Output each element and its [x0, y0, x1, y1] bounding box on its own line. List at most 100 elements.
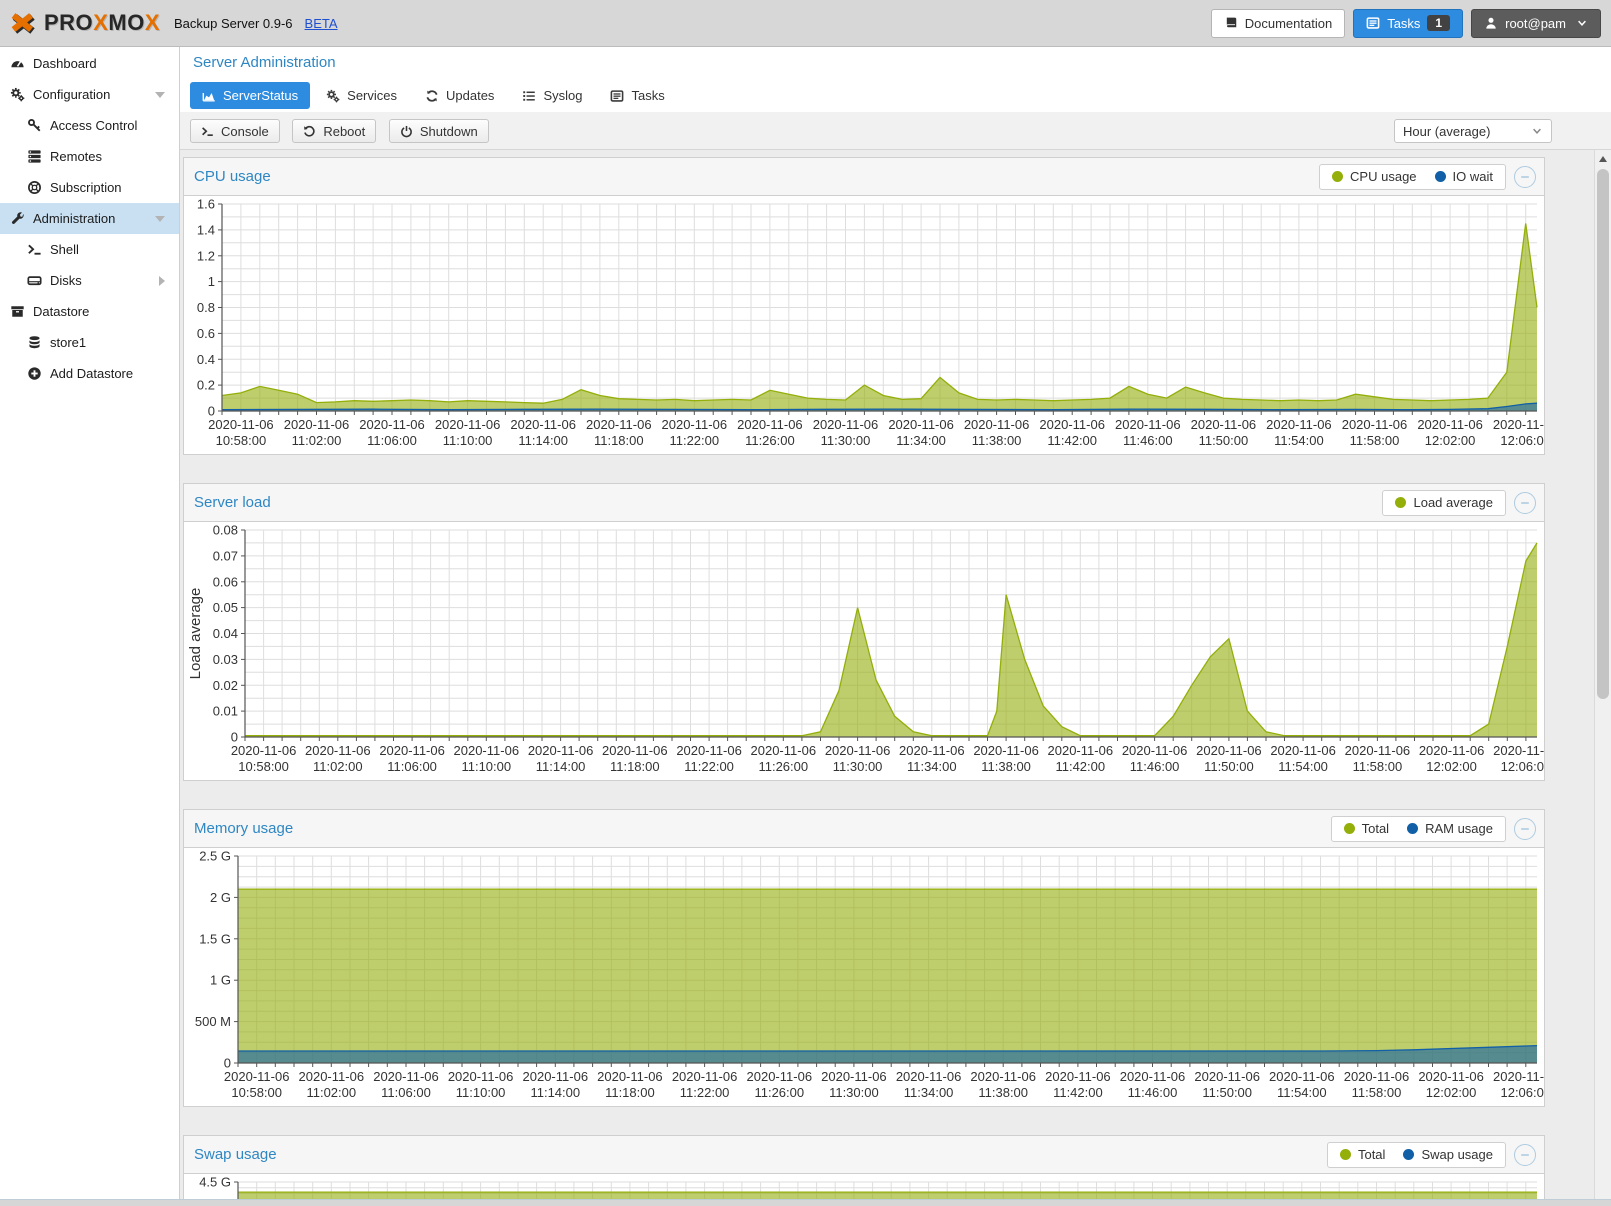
svg-text:2020-11-06: 2020-11-06 [1115, 417, 1181, 432]
collapse-panel-button[interactable] [1514, 492, 1536, 514]
svg-text:2020-11-06: 2020-11-06 [1493, 1069, 1544, 1084]
svg-text:11:18:00: 11:18:00 [594, 433, 644, 448]
vertical-scrollbar[interactable] [1594, 150, 1611, 1206]
timeframe-select[interactable]: Hour (average) [1394, 119, 1552, 143]
timeframe-value: Hour (average) [1403, 124, 1490, 139]
tab-serverstatus[interactable]: ServerStatus [190, 82, 310, 109]
legend: Total Swap usage [1327, 1142, 1506, 1168]
sidebar-item-disks[interactable]: Disks [0, 265, 179, 296]
panel-header: CPU usage CPU usage IO wait [184, 158, 1544, 195]
svg-text:1.6: 1.6 [197, 197, 215, 212]
svg-text:11:26:00: 11:26:00 [745, 433, 795, 448]
svg-text:2020-11-06: 2020-11-06 [597, 1069, 663, 1084]
console-button[interactable]: Console [190, 119, 280, 143]
svg-text:2020-11-06: 2020-11-06 [1266, 417, 1332, 432]
legend-label: Swap usage [1421, 1147, 1493, 1162]
svg-text:11:26:00: 11:26:00 [758, 759, 808, 774]
svg-text:11:22:00: 11:22:00 [684, 759, 734, 774]
sidebar-item-store1[interactable]: store1 [0, 327, 179, 358]
minus-circle-icon [1517, 821, 1533, 837]
svg-text:11:54:00: 11:54:00 [1277, 1085, 1327, 1100]
sidebar-item-label: Access Control [50, 118, 137, 133]
svg-text:2020-11-06: 2020-11-06 [1039, 417, 1105, 432]
toolbar: Console Reboot Shutdown Hour (average) [180, 112, 1611, 150]
svg-text:1 G: 1 G [210, 973, 231, 988]
legend: Load average [1382, 490, 1506, 516]
svg-text:11:34:00: 11:34:00 [904, 1085, 954, 1100]
panel-title: Swap usage [194, 1146, 277, 1163]
svg-text:0.4: 0.4 [197, 352, 215, 367]
proxmox-logo-icon [8, 8, 38, 38]
tasks-button[interactable]: Tasks 1 [1353, 9, 1463, 38]
legend-item: Total [1340, 1147, 1385, 1162]
collapse-panel-button[interactable] [1514, 818, 1536, 840]
svg-text:2020-11-06: 2020-11-06 [813, 417, 879, 432]
svg-text:2.5 G: 2.5 G [199, 849, 231, 864]
documentation-button[interactable]: Documentation [1211, 9, 1345, 38]
sidebar-item-subscription[interactable]: Subscription [0, 172, 179, 203]
panel-memory-usage: Memory usage Total RAM usage 0500 M1 G1.… [183, 809, 1545, 1107]
beta-link[interactable]: BETA [305, 16, 338, 31]
panel-title: Memory usage [194, 820, 293, 837]
svg-text:2020-11-06: 2020-11-06 [737, 417, 803, 432]
sidebar-item-configuration[interactable]: Configuration [0, 79, 179, 110]
svg-text:11:02:00: 11:02:00 [306, 1085, 356, 1100]
user-label: root@pam [1505, 16, 1566, 31]
collapse-panel-button[interactable] [1514, 166, 1536, 188]
svg-text:11:58:00: 11:58:00 [1353, 759, 1403, 774]
svg-text:2020-11-06: 2020-11-06 [454, 743, 520, 758]
tab-syslog[interactable]: Syslog [510, 82, 594, 109]
svg-text:11:18:00: 11:18:00 [605, 1085, 655, 1100]
legend-dot [1344, 823, 1355, 834]
legend-dot [1403, 1149, 1414, 1160]
panel-cpu-usage: CPU usage CPU usage IO wait 00.20.40.60.… [183, 157, 1545, 455]
task-list-icon [1366, 16, 1380, 30]
svg-text:11:46:00: 11:46:00 [1123, 433, 1173, 448]
tab-services[interactable]: Services [314, 82, 409, 109]
collapse-panel-button[interactable] [1514, 1144, 1536, 1166]
key-icon [27, 118, 42, 133]
legend-item: CPU usage [1332, 169, 1416, 184]
sidebar-item-access-control[interactable]: Access Control [0, 110, 179, 141]
shutdown-button[interactable]: Shutdown [389, 119, 489, 143]
sidebar-item-add-datastore[interactable]: Add Datastore [0, 358, 179, 389]
sidebar-item-remotes[interactable]: Remotes [0, 141, 179, 172]
sidebar-item-shell[interactable]: Shell [0, 234, 179, 265]
reboot-button[interactable]: Reboot [292, 119, 376, 143]
svg-text:12:06:00: 12:06:00 [1501, 759, 1544, 774]
svg-text:2020-11-06: 2020-11-06 [1342, 417, 1408, 432]
scroll-up-button[interactable] [1595, 150, 1611, 167]
svg-text:11:02:00: 11:02:00 [292, 433, 342, 448]
sidebar-item-dashboard[interactable]: Dashboard [0, 48, 179, 79]
svg-text:12:06:00: 12:06:00 [1500, 1085, 1544, 1100]
legend-item: IO wait [1435, 169, 1493, 184]
svg-text:Load average: Load average [187, 588, 204, 680]
svg-text:1.2: 1.2 [197, 248, 215, 263]
user-menu-button[interactable]: root@pam [1471, 9, 1601, 38]
svg-text:11:30:00: 11:30:00 [829, 1085, 879, 1100]
svg-text:11:30:00: 11:30:00 [833, 759, 883, 774]
legend-label: Total [1362, 821, 1389, 836]
sidebar-item-datastore[interactable]: Datastore [0, 296, 179, 327]
svg-text:11:42:00: 11:42:00 [1053, 1085, 1103, 1100]
legend-item: Load average [1395, 495, 1493, 510]
minus-circle-icon [1517, 1147, 1533, 1163]
tab-tasks[interactable]: Tasks [598, 82, 676, 109]
svg-text:11:34:00: 11:34:00 [896, 433, 946, 448]
svg-text:2020-11-06: 2020-11-06 [672, 1069, 738, 1084]
sidebar-item-label: Configuration [33, 87, 110, 102]
svg-text:0.06: 0.06 [213, 574, 238, 589]
svg-text:2020-11-06: 2020-11-06 [1120, 1069, 1186, 1084]
svg-text:2020-11-06: 2020-11-06 [1493, 743, 1544, 758]
svg-text:2020-11-06: 2020-11-06 [676, 743, 742, 758]
brand-name: PROXMOX [44, 10, 160, 36]
area-chart-icon [202, 89, 216, 103]
sidebar-item-administration[interactable]: Administration [0, 203, 179, 234]
scrollbar-thumb[interactable] [1597, 169, 1609, 699]
hdd-icon [27, 273, 42, 288]
svg-text:2020-11-06: 2020-11-06 [662, 417, 728, 432]
svg-text:11:10:00: 11:10:00 [456, 1085, 506, 1100]
svg-text:11:06:00: 11:06:00 [381, 1085, 431, 1100]
tab-updates[interactable]: Updates [413, 82, 506, 109]
tasks-badge: 1 [1427, 15, 1450, 31]
